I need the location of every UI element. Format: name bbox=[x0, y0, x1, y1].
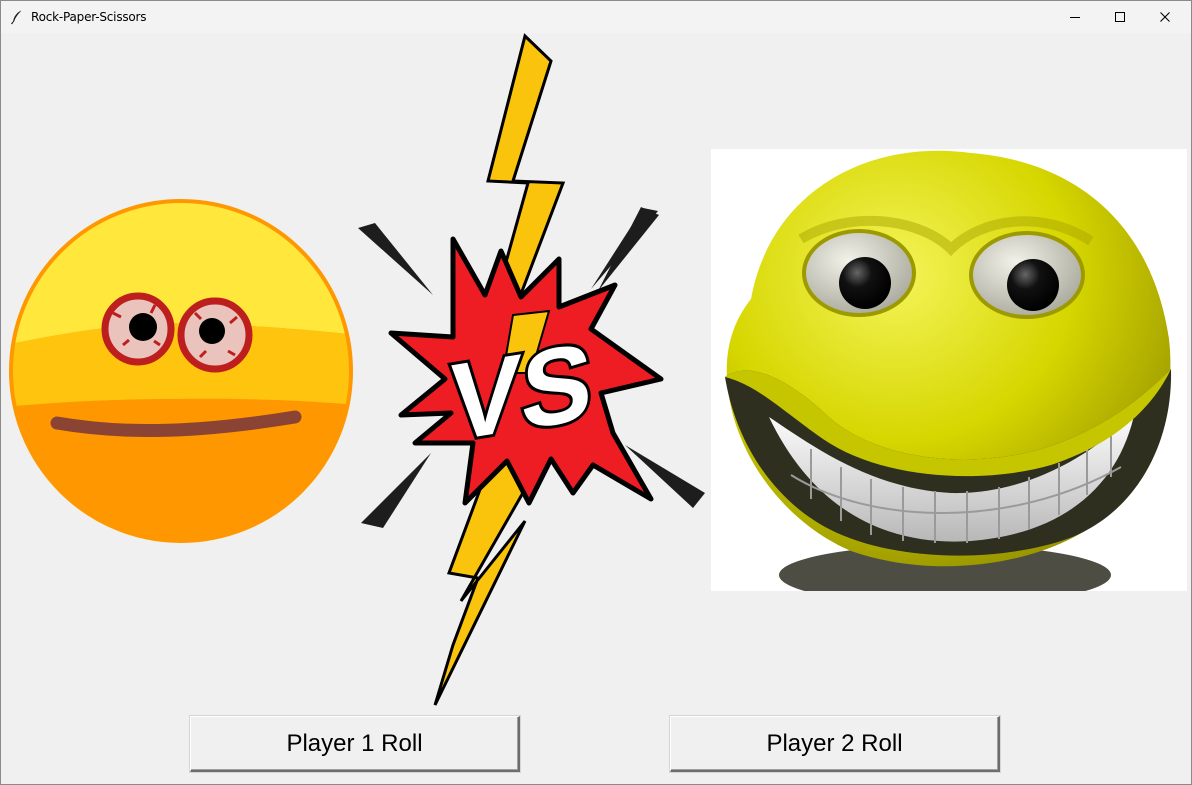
game-area: VS Player 1 Roll Player 2 Roll bbox=[1, 33, 1191, 784]
vs-text: VS bbox=[449, 320, 593, 465]
minimize-button[interactable] bbox=[1052, 1, 1098, 33]
vs-lightning-image: VS bbox=[358, 33, 705, 706]
player2-image-frame bbox=[711, 149, 1187, 591]
window-title: Rock-Paper-Scissors bbox=[31, 10, 147, 24]
close-button[interactable] bbox=[1142, 1, 1188, 33]
player2-smiley-image bbox=[725, 150, 1172, 591]
maximize-icon bbox=[1115, 12, 1125, 22]
title-bar[interactable]: Rock-Paper-Scissors bbox=[1, 1, 1191, 33]
feather-icon bbox=[11, 10, 22, 25]
maximize-button[interactable] bbox=[1097, 1, 1143, 33]
minimize-icon bbox=[1070, 17, 1080, 18]
close-icon bbox=[1160, 12, 1170, 22]
player1-roll-button[interactable]: Player 1 Roll bbox=[190, 716, 520, 772]
player2-roll-button[interactable]: Player 2 Roll bbox=[670, 716, 1000, 772]
app-window: Rock-Paper-Scissors VS Player 1 Roll Pla… bbox=[0, 0, 1192, 785]
player1-smiley-image bbox=[9, 199, 353, 543]
